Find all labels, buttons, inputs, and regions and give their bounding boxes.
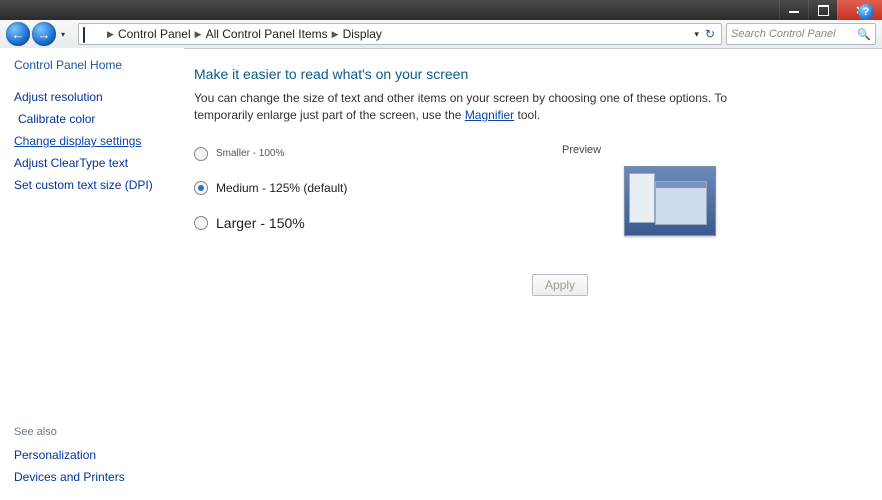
window-titlebar — [0, 0, 882, 20]
magnifier-link[interactable]: Magnifier — [465, 108, 514, 122]
nav-forward-button[interactable]: → — [32, 22, 56, 46]
see-also-header: See also — [14, 426, 176, 438]
sidebar-change-display-settings[interactable]: Change display settings — [14, 134, 176, 148]
search-input[interactable]: Search Control Panel 🔍 — [726, 23, 876, 45]
radio-icon — [194, 216, 208, 230]
radio-icon — [194, 181, 208, 195]
nav-history-dropdown[interactable]: ▾ — [58, 30, 68, 39]
nav-back-button[interactable]: ← — [6, 22, 30, 46]
page-title: Make it easier to read what's on your sc… — [194, 66, 858, 82]
search-placeholder: Search Control Panel — [731, 28, 857, 40]
sidebar-home[interactable]: Control Panel Home — [14, 58, 176, 72]
chevron-right-icon: ▶ — [107, 29, 114, 40]
help-icon[interactable]: ? — [858, 4, 874, 20]
address-bar: ← → ▾ ▶ Control Panel ▶ All Control Pane… — [0, 20, 882, 49]
apply-button[interactable]: Apply — [532, 274, 588, 296]
see-also-devices-printers[interactable]: Devices and Printers — [14, 470, 176, 484]
breadcrumb-item[interactable]: Display — [343, 27, 382, 41]
sidebar-adjust-resolution[interactable]: Adjust resolution — [14, 90, 176, 104]
radio-icon — [194, 147, 208, 161]
breadcrumb-item[interactable]: Control Panel — [118, 27, 191, 41]
breadcrumb-item[interactable]: All Control Panel Items — [206, 27, 328, 41]
chevron-right-icon: ▶ — [332, 29, 339, 40]
option-larger[interactable]: Larger - 150% — [194, 215, 858, 231]
main-panel: Make it easier to read what's on your sc… — [184, 48, 882, 500]
sidebar-custom-dpi[interactable]: Set custom text size (DPI) — [14, 178, 176, 192]
window-maximize-button[interactable] — [808, 0, 837, 20]
chevron-right-icon: ▶ — [195, 29, 202, 40]
address-dropdown-icon[interactable]: ▾ — [694, 29, 699, 40]
option-medium[interactable]: Medium - 125% (default) — [194, 181, 858, 195]
see-also-personalization[interactable]: Personalization — [14, 448, 176, 462]
see-also-section: See also Personalization Devices and Pri… — [14, 426, 176, 492]
search-icon: 🔍 — [857, 28, 871, 41]
option-smaller[interactable]: Smaller - 100% — [194, 147, 858, 161]
preview-image — [624, 166, 716, 236]
sidebar-calibrate-color[interactable]: Calibrate color — [14, 112, 176, 126]
sidebar: Control Panel Home Adjust resolution Cal… — [0, 48, 184, 500]
preview-label: Preview — [562, 144, 601, 156]
sidebar-adjust-cleartype[interactable]: Adjust ClearType text — [14, 156, 176, 170]
display-icon — [83, 28, 97, 40]
page-description: You can change the size of text and othe… — [194, 90, 774, 125]
refresh-icon[interactable]: ↻ — [705, 27, 715, 41]
breadcrumb[interactable]: ▶ Control Panel ▶ All Control Panel Item… — [78, 23, 722, 45]
window-minimize-button[interactable] — [779, 0, 808, 20]
